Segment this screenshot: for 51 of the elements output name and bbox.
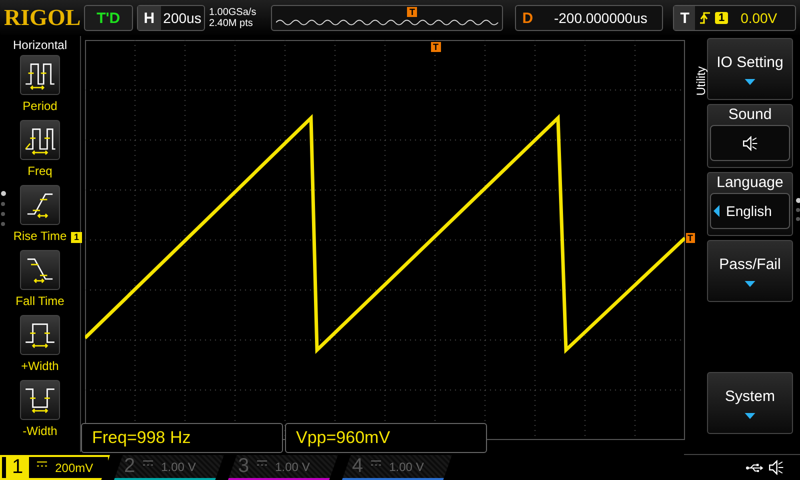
caret-icon: [713, 205, 720, 217]
menu-button[interactable]: IO Setting: [707, 38, 793, 100]
delay-value: -200.000000us: [552, 10, 648, 26]
speaker-icon: [768, 460, 784, 475]
measure-label: +Width: [21, 359, 59, 373]
dc-coupling-icon: [143, 460, 154, 466]
measurement-readout: Freq=998 Hz: [81, 423, 283, 453]
sample-rate: 1.00GSa/s: [208, 7, 258, 18]
trigger-position-marker: T: [407, 7, 417, 17]
caret-icon: [744, 78, 756, 84]
menu-title: Utility: [694, 65, 708, 98]
trigger-label: T: [674, 6, 696, 30]
dc-coupling-icon: [37, 460, 48, 466]
run-status: T'D: [84, 5, 133, 31]
caret-icon: [744, 280, 756, 286]
option-button[interactable]: English: [710, 193, 790, 229]
trigger-level: 0.00V: [740, 10, 778, 26]
memory-depth: 2.40M pts: [208, 18, 254, 29]
measurement-readout: Vpp=960mV: [285, 423, 487, 453]
measure-button[interactable]: [20, 120, 60, 160]
measure-button[interactable]: [20, 380, 60, 420]
trigger-level-marker: T: [686, 233, 695, 243]
rising-edge-icon: [700, 11, 710, 25]
menu-button[interactable]: System: [707, 372, 793, 434]
timebase-label: H: [138, 6, 161, 30]
trigger-position-marker: T: [431, 42, 440, 52]
measure-label: Rise Time: [13, 229, 67, 243]
measure-label: Period: [22, 99, 58, 113]
measure-button[interactable]: [20, 185, 60, 225]
caret-icon: [744, 412, 756, 418]
measure-button[interactable]: [20, 250, 60, 290]
channel-marker: 1: [71, 232, 82, 243]
menu-title: Horizontal: [12, 38, 68, 52]
dc-coupling-icon: [257, 460, 268, 466]
menu-label: Sound: [728, 106, 772, 123]
measure-label: -Width: [22, 424, 58, 438]
delay-label: D: [521, 10, 534, 26]
menu-label: Language: [716, 174, 784, 191]
trigger-source: 1: [715, 12, 728, 24]
menu-button[interactable]: Pass/Fail: [707, 240, 793, 302]
measure-button[interactable]: [20, 55, 60, 95]
dc-coupling-icon: [371, 460, 382, 466]
brand-logo: RIGOL: [4, 5, 80, 31]
speaker-icon: [742, 136, 758, 150]
measure-button[interactable]: [20, 315, 60, 355]
timebase-value: 200us: [162, 10, 202, 26]
measure-label: Freq: [28, 164, 52, 178]
usb-icon: [746, 462, 764, 472]
sound-button[interactable]: [710, 125, 790, 161]
measure-label: Fall Time: [16, 294, 64, 308]
channel-tab[interactable]: 1 200mV: [0, 455, 110, 480]
